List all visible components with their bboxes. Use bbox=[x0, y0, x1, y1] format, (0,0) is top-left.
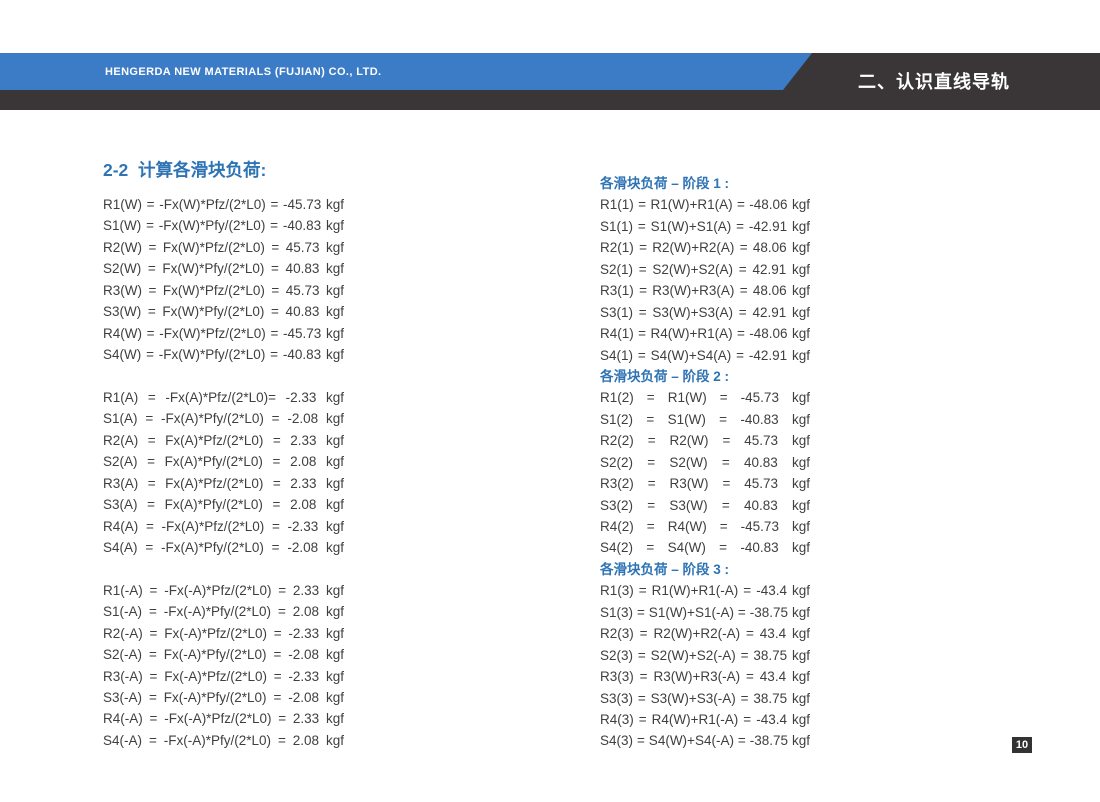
left-column: 2-2 计算各滑块负荷: R1(W) = -Fx(W)*Pfz/(2*L0) =… bbox=[103, 158, 344, 751]
right-column: 各滑块负荷 – 阶段 1 : R1(1) = R1(W)+R1(A) = -48… bbox=[600, 173, 810, 752]
stage-heading-1: 各滑块负荷 – 阶段 1 : bbox=[600, 173, 810, 194]
stage-heading-3: 各滑块负荷 – 阶段 3 : bbox=[600, 559, 810, 580]
formula-line: S2(1) = S2(W)+S2(A) = 42.91 kgf bbox=[600, 259, 810, 280]
formula-line: R3(A) = Fx(A)*Pfz/(2*L0) = 2.33 kgf bbox=[103, 473, 344, 494]
formula-line: S4(W) = -Fx(W)*Pfy/(2*L0) = -40.83 kgf bbox=[103, 344, 344, 365]
formula-block-a: R1(A) = -Fx(A)*Pfz/(2*L0)= -2.33 kgf S1(… bbox=[103, 387, 344, 559]
formula-line: S3(W) = Fx(W)*Pfy/(2*L0) = 40.83 kgf bbox=[103, 301, 344, 322]
formula-line: R2(2) = R2(W) = 45.73 kgf bbox=[600, 430, 810, 451]
formula-line: R4(2) = R4(W) = -45.73 kgf bbox=[600, 516, 810, 537]
formula-line: R1(-A) = -Fx(-A)*Pfz/(2*L0) = 2.33 kgf bbox=[103, 580, 344, 601]
formula-line: R4(-A) = -Fx(-A)*Pfz/(2*L0) = 2.33 kgf bbox=[103, 708, 344, 729]
formula-line: S3(2) = S3(W) = 40.83 kgf bbox=[600, 495, 810, 516]
formula-line: S4(1) = S4(W)+S4(A) = -42.91 kgf bbox=[600, 345, 810, 366]
formula-line: S1(-A) = -Fx(-A)*Pfy/(2*L0) = 2.08 kgf bbox=[103, 601, 344, 622]
page-number-badge: 10 bbox=[1012, 737, 1032, 753]
formula-line: R3(3) = R3(W)+R3(-A) = 43.4 kgf bbox=[600, 666, 810, 687]
formula-line: S3(A) = Fx(A)*Pfy/(2*L0) = 2.08 kgf bbox=[103, 494, 344, 515]
formula-line: S3(3) = S3(W)+S3(-A) = 38.75 kgf bbox=[600, 688, 810, 709]
formula-line: S2(W) = Fx(W)*Pfy/(2*L0) = 40.83 kgf bbox=[103, 258, 344, 279]
formula-line: S3(-A) = Fx(-A)*Pfy/(2*L0) = -2.08 kgf bbox=[103, 687, 344, 708]
formula-line: S4(A) = -Fx(A)*Pfy/(2*L0) = -2.08 kgf bbox=[103, 537, 344, 558]
formula-line: R1(A) = -Fx(A)*Pfz/(2*L0)= -2.33 kgf bbox=[103, 387, 344, 408]
formula-line: R4(W) = -Fx(W)*Pfz/(2*L0) = -45.73 kgf bbox=[103, 323, 344, 344]
stage-heading-2: 各滑块负荷 – 阶段 2 : bbox=[600, 366, 810, 387]
formula-line: S2(-A) = Fx(-A)*Pfy/(2*L0) = -2.08 kgf bbox=[103, 644, 344, 665]
header-blue-band: HENGERDA NEW MATERIALS (FUJIAN) CO., LTD… bbox=[0, 53, 812, 90]
formula-line: R2(W) = Fx(W)*Pfz/(2*L0) = 45.73 kgf bbox=[103, 237, 344, 258]
formula-line: R4(A) = -Fx(A)*Pfz/(2*L0) = -2.33 kgf bbox=[103, 516, 344, 537]
formula-line: R2(1) = R2(W)+R2(A) = 48.06 kgf bbox=[600, 237, 810, 258]
formula-line: R4(1) = R4(W)+R1(A) = -48.06 kgf bbox=[600, 323, 810, 344]
formula-line: S1(3) = S1(W)+S1(-A) = -38.75 kgf bbox=[600, 602, 810, 623]
formula-line: S2(A) = Fx(A)*Pfy/(2*L0) = 2.08 kgf bbox=[103, 451, 344, 472]
formula-line: R4(3) = R4(W)+R1(-A) = -43.4 kgf bbox=[600, 709, 810, 730]
formula-line: R3(2) = R3(W) = 45.73 kgf bbox=[600, 473, 810, 494]
formula-line: S1(2) = S1(W) = -40.83 kgf bbox=[600, 409, 810, 430]
formula-line: S2(3) = S2(W)+S2(-A) = 38.75 kgf bbox=[600, 645, 810, 666]
company-name: HENGERDA NEW MATERIALS (FUJIAN) CO., LTD… bbox=[105, 53, 382, 90]
formula-line: S4(2) = S4(W) = -40.83 kgf bbox=[600, 537, 810, 558]
formula-line: R1(3) = R1(W)+R1(-A) = -43.4 kgf bbox=[600, 580, 810, 601]
formula-line: R1(1) = R1(W)+R1(A) = -48.06 kgf bbox=[600, 194, 810, 215]
formula-line: S4(-A) = -Fx(-A)*Pfy/(2*L0) = 2.08 kgf bbox=[103, 730, 344, 751]
formula-line: R2(A) = Fx(A)*Pfz/(2*L0) = 2.33 kgf bbox=[103, 430, 344, 451]
formula-line: R3(-A) = Fx(-A)*Pfz/(2*L0) = -2.33 kgf bbox=[103, 666, 344, 687]
formula-line: R1(2) = R1(W) = -45.73 kgf bbox=[600, 387, 810, 408]
formula-block-w: R1(W) = -Fx(W)*Pfz/(2*L0) = -45.73 kgf S… bbox=[103, 194, 344, 366]
formula-line: S4(3) = S4(W)+S4(-A) = -38.75 kgf bbox=[600, 730, 810, 751]
section-title: 二、认识直线导轨 bbox=[858, 53, 1010, 110]
formula-line: S1(W) = -Fx(W)*Pfy/(2*L0) = -40.83 kgf bbox=[103, 215, 344, 236]
slide: 二、认识直线导轨 HENGERDA NEW MATERIALS (FUJIAN)… bbox=[0, 0, 1100, 802]
formula-block-neg-a: R1(-A) = -Fx(-A)*Pfz/(2*L0) = 2.33 kgf S… bbox=[103, 580, 344, 752]
formula-line: S2(2) = S2(W) = 40.83 kgf bbox=[600, 452, 810, 473]
formula-line: R2(-A) = Fx(-A)*Pfz/(2*L0) = -2.33 kgf bbox=[103, 623, 344, 644]
formula-line: S3(1) = S3(W)+S3(A) = 42.91 kgf bbox=[600, 302, 810, 323]
formula-line: S1(1) = S1(W)+S1(A) = -42.91 kgf bbox=[600, 216, 810, 237]
formula-line: R3(W) = Fx(W)*Pfz/(2*L0) = 45.73 kgf bbox=[103, 280, 344, 301]
left-heading: 2-2 计算各滑块负荷: bbox=[103, 158, 344, 182]
formula-line: R2(3) = R2(W)+R2(-A) = 43.4 kgf bbox=[600, 623, 810, 644]
formula-line: R3(1) = R3(W)+R3(A) = 48.06 kgf bbox=[600, 280, 810, 301]
formula-line: R1(W) = -Fx(W)*Pfz/(2*L0) = -45.73 kgf bbox=[103, 194, 344, 215]
formula-line: S1(A) = -Fx(A)*Pfy/(2*L0) = -2.08 kgf bbox=[103, 408, 344, 429]
